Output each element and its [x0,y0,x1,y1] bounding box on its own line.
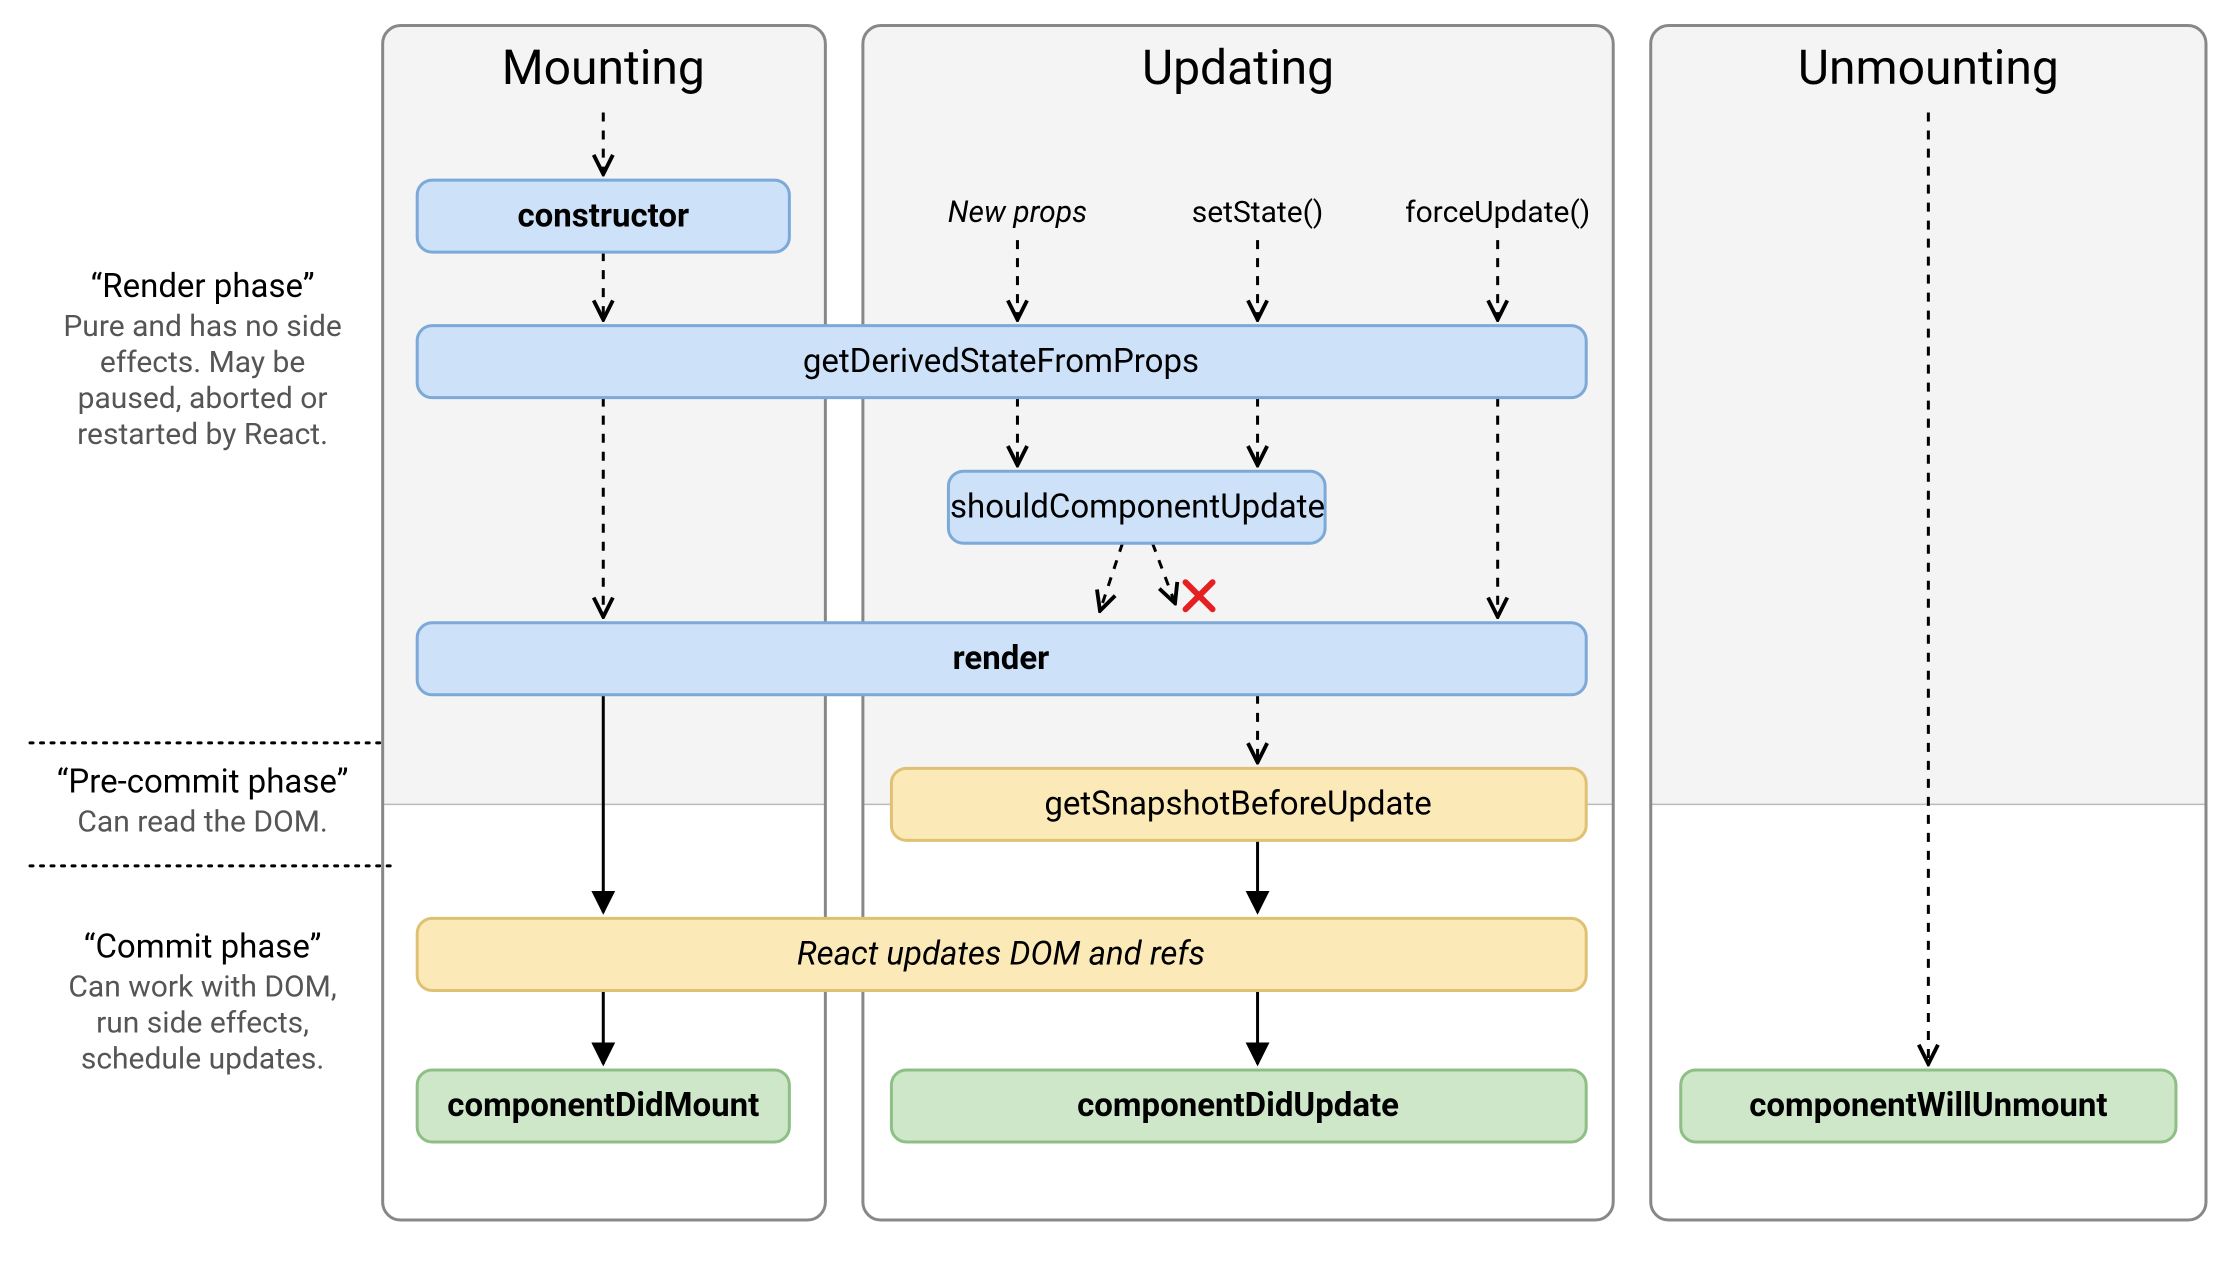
svg-text:componentDidUpdate: componentDidUpdate [1077,1086,1399,1125]
lifecycle-diagram: “Render phase” Pure and has no side effe… [0,0,2236,1270]
precommit-phase-title: “Pre-commit phase” [57,762,349,801]
mounting-title: Mounting [502,39,705,96]
render-phase-title: “Render phase” [91,267,315,306]
svg-text:restarted by React.: restarted by React. [77,417,328,452]
svg-text:shouldComponentUpdate: shouldComponentUpdate [950,487,1325,526]
svg-text:getDerivedStateFromProps: getDerivedStateFromProps [803,342,1199,381]
svg-text:Pure and has no side: Pure and has no side [63,309,341,344]
trigger-setstate: setState() [1192,195,1324,230]
trigger-new-props: New props [948,195,1087,230]
svg-text:React updates DOM and refs: React updates DOM and refs [797,935,1205,974]
unmounting-title: Unmounting [1798,39,2059,96]
commit-phase-title: “Commit phase” [84,927,322,966]
svg-text:getSnapshotBeforeUpdate: getSnapshotBeforeUpdate [1044,785,1431,824]
svg-text:componentWillUnmount: componentWillUnmount [1749,1086,2107,1125]
updating-title: Updating [1142,39,1334,96]
svg-text:componentDidMount: componentDidMount [447,1086,759,1125]
svg-text:Can work with DOM,: Can work with DOM, [68,969,336,1004]
side-labels: “Render phase” Pure and has no side effe… [30,267,393,1076]
svg-text:constructor: constructor [517,196,689,235]
trigger-forceupdate: forceUpdate() [1405,195,1590,230]
svg-text:effects. May be: effects. May be [100,345,305,380]
svg-text:paused, aborted or: paused, aborted or [78,381,328,416]
svg-text:render: render [953,639,1050,678]
svg-text:schedule updates.: schedule updates. [81,1041,324,1076]
svg-text:Can read the DOM.: Can read the DOM. [77,804,327,839]
svg-text:run side effects,: run side effects, [96,1005,309,1040]
